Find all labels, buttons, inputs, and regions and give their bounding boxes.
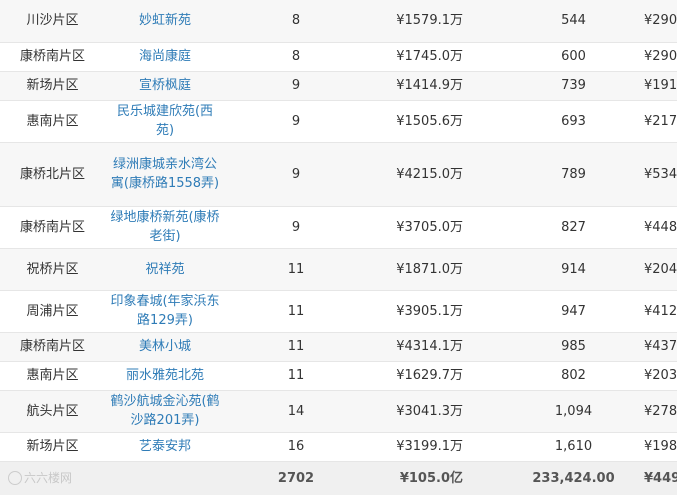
totals-rank: 233,424.00	[475, 461, 640, 495]
table-row: 新场片区宣桥枫庭9¥1414.9万739¥19147	[0, 71, 677, 101]
total-price-cell: ¥3199.1万	[367, 432, 475, 462]
community-link[interactable]: 绿洲康城亲水湾公寓(康桥路1558弄)	[105, 142, 225, 207]
rank-cell: 789	[475, 142, 640, 207]
count-cell: 9	[225, 142, 367, 207]
community-link[interactable]: 鹤沙航城金沁苑(鹤沙路201弄)	[105, 390, 225, 433]
rank-cell: 1,610	[475, 432, 640, 462]
totals-count: 2702	[225, 461, 367, 495]
rank-cell: 544	[475, 0, 640, 43]
total-price-cell: ¥4314.1万	[367, 332, 475, 362]
table-row: 惠南片区丽水雅苑北苑11¥1629.7万802¥20321	[0, 361, 677, 391]
count-cell: 8	[225, 42, 367, 72]
community-stats-table: 川沙片区妙虹新苑8¥1579.1万544¥29028康桥南片区海尚康庭8¥174…	[0, 0, 677, 495]
rank-cell: 827	[475, 206, 640, 249]
total-price-cell: ¥3705.0万	[367, 206, 475, 249]
total-price-cell: ¥1629.7万	[367, 361, 475, 391]
area-cell: 新场片区	[0, 432, 105, 462]
table-row: 康桥南片区绿地康桥新苑(康桥老街)9¥3705.0万827¥44800	[0, 206, 677, 249]
total-price-cell: ¥1745.0万	[367, 42, 475, 72]
table-row: 康桥南片区海尚康庭8¥1745.0万600¥29083	[0, 42, 677, 72]
count-cell: 11	[225, 361, 367, 391]
unit-price-cell: ¥29028	[640, 0, 677, 43]
count-cell: 11	[225, 248, 367, 291]
rank-cell: 802	[475, 361, 640, 391]
community-link[interactable]: 妙虹新苑	[105, 0, 225, 43]
community-link[interactable]: 美林小城	[105, 332, 225, 362]
unit-price-cell: ¥53422	[640, 142, 677, 207]
community-link[interactable]: 丽水雅苑北苑	[105, 361, 225, 391]
rank-cell: 693	[475, 100, 640, 143]
table-row: 祝桥片区祝祥苑11¥1871.0万914¥20470	[0, 248, 677, 291]
rank-cell: 947	[475, 290, 640, 333]
area-cell: 康桥南片区	[0, 332, 105, 362]
table-row: 川沙片区妙虹新苑8¥1579.1万544¥29028	[0, 0, 677, 43]
totals-empty-cell	[105, 461, 225, 495]
unit-price-cell: ¥41237	[640, 290, 677, 333]
rank-cell: 985	[475, 332, 640, 362]
area-cell: 航头片区	[0, 390, 105, 433]
area-cell: 川沙片区	[0, 0, 105, 43]
unit-price-cell: ¥43798	[640, 332, 677, 362]
area-cell: 惠南片区	[0, 100, 105, 143]
unit-price-cell: ¥27800	[640, 390, 677, 433]
table-body: 川沙片区妙虹新苑8¥1579.1万544¥29028康桥南片区海尚康庭8¥174…	[0, 0, 677, 495]
table-row: 新场片区艺泰安邦16¥3199.1万1,610¥19870	[0, 432, 677, 462]
count-cell: 11	[225, 332, 367, 362]
table-row: 航头片区鹤沙航城金沁苑(鹤沙路201弄)14¥3041.3万1,094¥2780…	[0, 390, 677, 433]
community-link[interactable]: 绿地康桥新苑(康桥老街)	[105, 206, 225, 249]
count-cell: 9	[225, 71, 367, 101]
area-cell: 祝桥片区	[0, 248, 105, 291]
area-cell: 康桥南片区	[0, 42, 105, 72]
table-row: 康桥南片区美林小城11¥4314.1万985¥43798	[0, 332, 677, 362]
community-link[interactable]: 艺泰安邦	[105, 432, 225, 462]
total-price-cell: ¥1871.0万	[367, 248, 475, 291]
totals-row: 2702¥105.0亿233,424.00¥44980	[0, 461, 677, 495]
count-cell: 8	[225, 0, 367, 43]
table-row: 周浦片区印象春城(年家浜东路129弄)11¥3905.1万947¥41237	[0, 290, 677, 333]
community-link[interactable]: 祝祥苑	[105, 248, 225, 291]
table-row: 惠南片区民乐城建欣苑(西苑)9¥1505.6万693¥21726	[0, 100, 677, 143]
unit-price-cell: ¥19147	[640, 71, 677, 101]
total-price-cell: ¥1505.6万	[367, 100, 475, 143]
unit-price-cell: ¥29083	[640, 42, 677, 72]
table-row: 康桥北片区 绿洲康城亲水湾公寓(康桥路1558弄) 9 ¥4215.0万 789 ¥534…	[0, 142, 677, 207]
community-link[interactable]: 海尚康庭	[105, 42, 225, 72]
total-price-cell: ¥3905.1万	[367, 290, 475, 333]
area-cell: 康桥北片区	[0, 142, 105, 207]
total-price-cell: ¥4215.0万	[367, 142, 475, 207]
unit-price-cell: ¥21726	[640, 100, 677, 143]
count-cell: 14	[225, 390, 367, 433]
area-cell: 周浦片区	[0, 290, 105, 333]
unit-price-cell: ¥44800	[640, 206, 677, 249]
rank-cell: 739	[475, 71, 640, 101]
unit-price-cell: ¥20470	[640, 248, 677, 291]
rank-cell: 914	[475, 248, 640, 291]
area-cell: 新场片区	[0, 71, 105, 101]
community-link[interactable]: 印象春城(年家浜东路129弄)	[105, 290, 225, 333]
count-cell: 16	[225, 432, 367, 462]
count-cell: 11	[225, 290, 367, 333]
total-price-cell: ¥1414.9万	[367, 71, 475, 101]
totals-total-price: ¥105.0亿	[367, 461, 475, 495]
rank-cell: 1,094	[475, 390, 640, 433]
count-cell: 9	[225, 206, 367, 249]
rank-cell: 600	[475, 42, 640, 72]
unit-price-cell: ¥20321	[640, 361, 677, 391]
area-cell: 康桥南片区	[0, 206, 105, 249]
area-cell: 惠南片区	[0, 361, 105, 391]
total-price-cell: ¥1579.1万	[367, 0, 475, 43]
community-link[interactable]: 宣桥枫庭	[105, 71, 225, 101]
community-link[interactable]: 民乐城建欣苑(西苑)	[105, 100, 225, 143]
total-price-cell: ¥3041.3万	[367, 390, 475, 433]
totals-empty-cell	[0, 461, 105, 495]
unit-price-cell: ¥19870	[640, 432, 677, 462]
count-cell: 9	[225, 100, 367, 143]
totals-unit-price: ¥44980	[640, 461, 677, 495]
